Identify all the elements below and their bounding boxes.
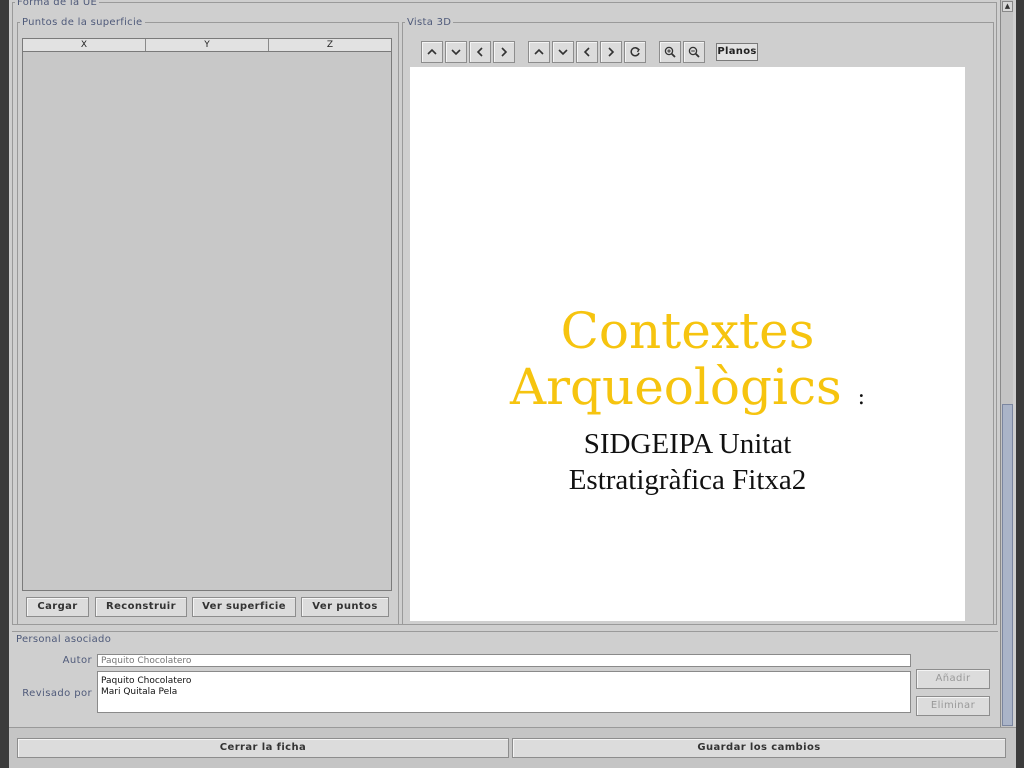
rotate-left-icon[interactable]	[469, 41, 491, 63]
personal-asociado-legend: Personal asociado	[16, 634, 112, 645]
revisado-por-label: Revisado por	[22, 688, 92, 699]
overlay-title-line1: Contextes	[560, 302, 815, 360]
autor-label: Autor	[62, 655, 92, 666]
overlay-subtitle-line1: SIDGEIPA Unitat	[583, 428, 792, 460]
3d-viewport[interactable]: Contextes Arqueològics : SIDGEIPA Unitat…	[410, 67, 965, 621]
rotate-right-icon[interactable]	[493, 41, 515, 63]
move-up-icon[interactable]	[528, 41, 550, 63]
anadir-button[interactable]: Añadir	[916, 669, 990, 689]
vista-3d-legend: Vista 3D	[407, 17, 452, 28]
forma-ue-legend: Forma de la UE	[17, 0, 98, 8]
cargar-button[interactable]: Cargar	[26, 597, 89, 617]
overlay-colon: :	[857, 385, 865, 410]
puntos-superficie-legend: Puntos de la superficie	[22, 17, 143, 28]
list-item[interactable]: Mari Quitala Pela	[101, 687, 907, 698]
overlay-subtitle-line2: Estratigràfica Fitxa2	[568, 464, 807, 496]
planos-toggle[interactable]: Planos	[716, 43, 758, 61]
reconstruir-button[interactable]: Reconstruir	[95, 597, 187, 617]
zoom-in-icon[interactable]	[659, 41, 681, 63]
rotate-down-icon[interactable]	[445, 41, 467, 63]
cerrar-ficha-button[interactable]: Cerrar la ficha	[17, 738, 509, 758]
zoom-out-icon[interactable]	[683, 41, 705, 63]
guardar-cambios-button[interactable]: Guardar los cambios	[512, 738, 1006, 758]
list-item[interactable]: Paquito Chocolatero	[101, 676, 907, 687]
viewport-overlay-text: Contextes Arqueològics : SIDGEIPA Unitat…	[410, 303, 965, 498]
move-down-icon[interactable]	[552, 41, 574, 63]
move-left-icon[interactable]	[576, 41, 598, 63]
overlay-title-line2-wrap: Arqueològics :	[410, 359, 965, 426]
ver-superficie-button[interactable]: Ver superficie	[192, 597, 296, 617]
autor-field[interactable]: Paquito Chocolatero	[97, 654, 911, 667]
personal-separator	[12, 631, 998, 632]
eliminar-button[interactable]: Eliminar	[916, 696, 990, 716]
scroll-up-icon[interactable]: ▲	[1002, 1, 1013, 12]
overlay-title-line2: Arqueològics	[510, 358, 842, 416]
column-header-y[interactable]: Y	[146, 39, 269, 51]
points-table[interactable]: X Y Z	[22, 38, 392, 591]
scrollbar-thumb[interactable]	[1002, 404, 1013, 726]
revisado-por-list[interactable]: Paquito Chocolatero Mari Quitala Pela	[97, 671, 911, 713]
ver-puntos-button[interactable]: Ver puntos	[301, 597, 389, 617]
column-header-z[interactable]: Z	[269, 39, 391, 51]
rotate-up-icon[interactable]	[421, 41, 443, 63]
points-table-header: X Y Z	[23, 39, 391, 52]
vertical-scrollbar[interactable]: ▲	[1000, 0, 1013, 727]
column-header-x[interactable]: X	[23, 39, 146, 51]
reset-view-icon[interactable]	[624, 41, 646, 63]
move-right-icon[interactable]	[600, 41, 622, 63]
